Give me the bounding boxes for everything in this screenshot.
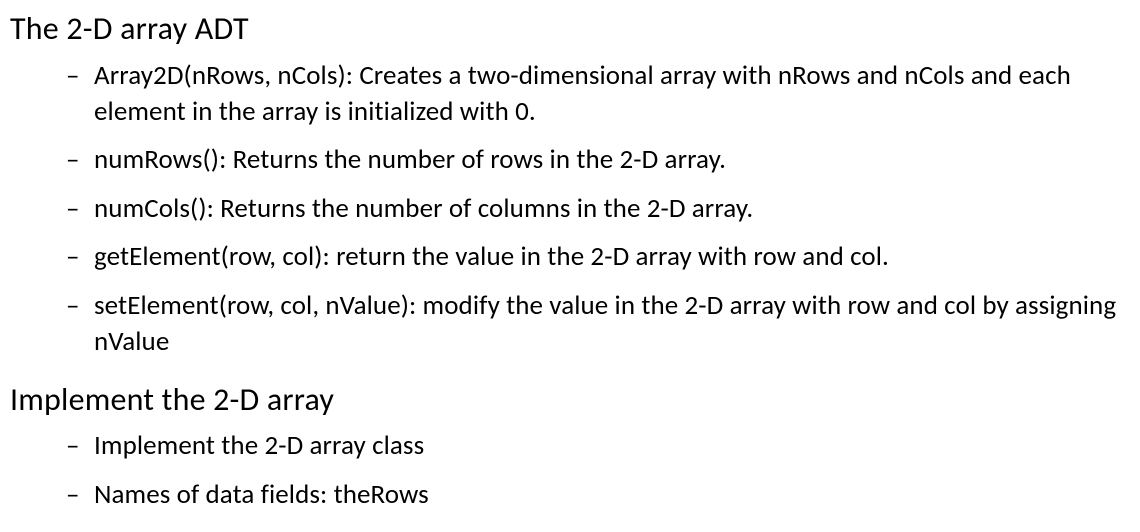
section-adt: The 2-D array ADT Array2D(nRows, nCols):… [10, 8, 1130, 361]
list-item: getElement(row, col): return the value i… [66, 239, 1130, 275]
heading-adt: The 2-D array ADT [10, 8, 1130, 50]
list-item: Array2D(nRows, nCols): Creates a two-dim… [66, 58, 1130, 131]
list-item: Names of data fields: theRows [66, 477, 1130, 513]
heading-implement: Implement the 2-D array [10, 379, 1130, 421]
list-adt: Array2D(nRows, nCols): Creates a two-dim… [66, 58, 1130, 361]
list-item: numCols(): Returns the number of columns… [66, 191, 1130, 227]
list-item: Implement the 2-D array class [66, 428, 1130, 464]
list-item: setElement(row, col, nValue): modify the… [66, 288, 1130, 361]
section-implement: Implement the 2-D array Implement the 2-… [10, 379, 1130, 513]
list-item: numRows(): Returns the number of rows in… [66, 142, 1130, 178]
list-implement: Implement the 2-D array class Names of d… [66, 428, 1130, 513]
